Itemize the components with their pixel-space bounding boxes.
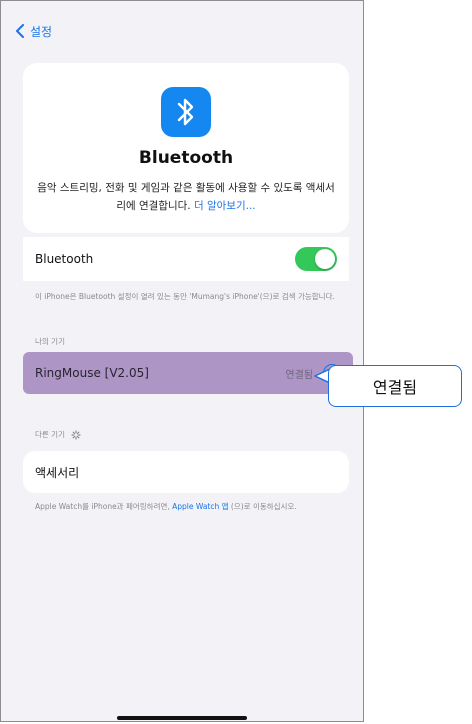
bluetooth-switch[interactable] (295, 247, 337, 271)
device-name: RingMouse [V2.05] (35, 366, 149, 380)
loading-spinner-icon (71, 429, 81, 440)
bluetooth-toggle-label: Bluetooth (35, 252, 94, 266)
phone-screen: 설정 Bluetooth 음악 스트리밍, 전화 및 게임과 같은 활동에 사용… (0, 0, 364, 722)
back-button[interactable]: 설정 (15, 19, 52, 43)
status-callout: 연결됨 (328, 365, 462, 407)
accessory-row[interactable]: 액세서리 (23, 451, 349, 493)
back-label: 설정 (30, 24, 53, 39)
home-indicator (117, 716, 247, 720)
watch-note-suffix: (으)로 이동하십시오. (230, 502, 297, 511)
learn-more-link[interactable]: 더 알아보기... (194, 200, 256, 212)
bluetooth-info-card: Bluetooth 음악 스트리밍, 전화 및 게임과 같은 활동에 사용할 수… (23, 63, 349, 233)
bluetooth-toggle-row: Bluetooth (23, 237, 349, 281)
bluetooth-title: Bluetooth (138, 148, 234, 168)
chevron-left-icon (16, 24, 24, 38)
bluetooth-icon (161, 87, 211, 137)
my-devices-header: 나의 기기 (35, 336, 65, 347)
my-devices-header-text: 나의 기기 (35, 337, 65, 346)
bluetooth-description: 음악 스트리밍, 전화 및 게임과 같은 활동에 사용할 수 있도록 액세서리에… (35, 179, 337, 215)
watch-note: Apple Watch를 iPhone과 페어링하려면, Apple Watch… (35, 501, 335, 512)
description-text: 음악 스트리밍, 전화 및 게임과 같은 활동에 사용할 수 있도록 액세서리에… (37, 182, 335, 212)
device-row-ringmouse[interactable]: RingMouse [V2.05] 연결됨 i (23, 352, 353, 394)
discoverable-note: 이 iPhone은 Bluetooth 설정이 열려 있는 동안 'Mumang… (35, 292, 335, 301)
device-status: 연결됨 (285, 369, 313, 381)
other-devices-header-text: 다른 기기 (35, 430, 65, 439)
other-devices-header: 다른 기기 (35, 429, 81, 440)
switch-knob (315, 249, 335, 269)
callout-text: 연결됨 (372, 378, 418, 397)
accessory-label: 액세서리 (35, 465, 80, 480)
watch-note-text: Apple Watch를 iPhone과 페어링하려면, (35, 502, 170, 511)
apple-watch-app-link[interactable]: Apple Watch 앱 (172, 502, 228, 511)
